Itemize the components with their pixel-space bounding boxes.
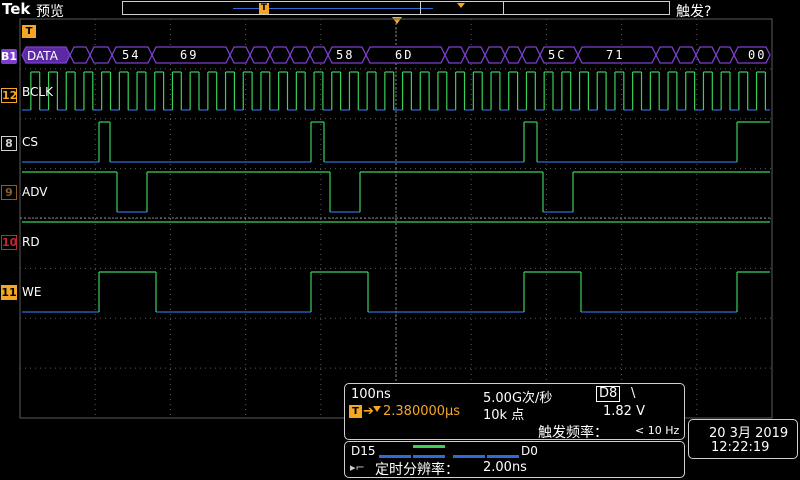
timing-resolution-value: 2.00ns bbox=[483, 460, 527, 475]
bus-segment bbox=[695, 46, 717, 64]
channel-label-bclk: BCLK bbox=[22, 85, 53, 99]
chevron-down-icon bbox=[373, 406, 381, 412]
channel-label-data: DATA bbox=[27, 49, 58, 63]
bus-value: 69 bbox=[180, 48, 199, 62]
channel-label-we: WE bbox=[22, 285, 42, 299]
bus-segment bbox=[675, 46, 697, 64]
channel-badge-B1[interactable]: B1 bbox=[1, 49, 17, 64]
digital-channels-panel[interactable]: D15 D0 ▸⌐ 定时分辨率： 2.00ns bbox=[344, 441, 685, 478]
clock-panel: 20 3月 2019 12:22:19 bbox=[688, 419, 798, 459]
channel-label-cs: CS bbox=[22, 135, 38, 149]
bus-segment bbox=[521, 46, 541, 64]
trigger-source-value[interactable]: D8 bbox=[596, 386, 621, 402]
bus-segment bbox=[229, 46, 251, 64]
digital-range-low: D0 bbox=[521, 444, 538, 458]
channel-label-rd: RD bbox=[22, 235, 40, 249]
digital-activity-low bbox=[413, 455, 445, 458]
record-length-value: 10k 点 bbox=[483, 408, 525, 423]
bus-segment bbox=[289, 46, 311, 64]
bus-value: 00 bbox=[748, 48, 767, 62]
bus-value: 71 bbox=[606, 48, 625, 62]
time-display: 12:22:19 bbox=[711, 440, 770, 455]
digital-activity-low bbox=[453, 455, 485, 458]
bus-segment bbox=[309, 46, 329, 64]
timing-resolution-label: 定时分辨率： bbox=[375, 462, 459, 478]
date-display: 20 3月 2019 bbox=[709, 426, 789, 441]
digital-activity-low bbox=[487, 455, 519, 458]
bus-value: 5C bbox=[548, 48, 567, 62]
bus-value: 54 bbox=[122, 48, 141, 62]
bus-segment bbox=[655, 46, 677, 64]
trigger-position-icon: T bbox=[349, 405, 362, 418]
bus-value: 6D bbox=[395, 48, 414, 62]
trigger-slope-icon: \ bbox=[631, 386, 636, 401]
bus-segment bbox=[715, 46, 735, 64]
acquisition-panel[interactable]: 100ns 5.00G次/秒 D8 \ T ➔ 2.380000µs 10k 点… bbox=[344, 383, 685, 441]
digital-activity-high bbox=[413, 445, 445, 448]
bus-segment bbox=[89, 46, 113, 64]
resolution-icon: ▸⌐ bbox=[350, 461, 365, 474]
trigger-frequency-value: < 10 Hz bbox=[635, 424, 680, 437]
bus-segment bbox=[249, 46, 271, 64]
trigger-level-value[interactable]: 1.82 V bbox=[603, 404, 645, 419]
trigger-frequency-label: 触发频率： bbox=[538, 425, 608, 441]
bus-segment bbox=[269, 46, 291, 64]
digital-activity-low bbox=[379, 455, 411, 458]
channel-label-adv: ADV bbox=[22, 185, 48, 199]
bus-segment bbox=[69, 46, 91, 64]
bus-segment bbox=[504, 46, 523, 64]
channel-badge-10[interactable]: 10 bbox=[1, 235, 17, 250]
trigger-position-value[interactable]: 2.380000µs bbox=[383, 404, 460, 419]
channel-badge-11[interactable]: 11 bbox=[1, 285, 17, 300]
digital-range-high: D15 bbox=[351, 444, 376, 458]
channel-badge-12[interactable]: 12 bbox=[1, 88, 17, 103]
bus-segment bbox=[444, 46, 466, 64]
bus-value: 58 bbox=[336, 48, 355, 62]
channel-badge-9[interactable]: 9 bbox=[1, 185, 17, 200]
bus-segment bbox=[484, 46, 506, 64]
timebase-value[interactable]: 100ns bbox=[351, 387, 391, 402]
bus-segment bbox=[464, 46, 486, 64]
channel-badge-8[interactable]: 8 bbox=[1, 136, 17, 151]
